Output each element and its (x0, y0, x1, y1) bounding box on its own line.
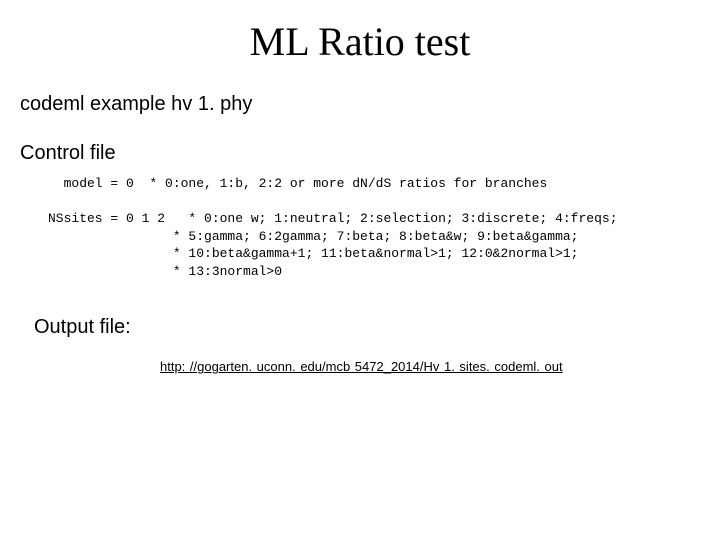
control-file-label: Control file (20, 142, 720, 165)
page-title: ML Ratio test (0, 0, 720, 65)
control-file-code: model = 0 * 0:one, 1:b, 2:2 or more dN/d… (48, 175, 720, 280)
example-label: codeml example hv 1. phy (20, 93, 720, 116)
slide: ML Ratio test codeml example hv 1. phy C… (0, 0, 720, 540)
output-file-label: Output file: (34, 316, 720, 339)
output-file-link[interactable]: http: //gogarten. uconn. edu/mcb 5472_20… (160, 359, 563, 374)
